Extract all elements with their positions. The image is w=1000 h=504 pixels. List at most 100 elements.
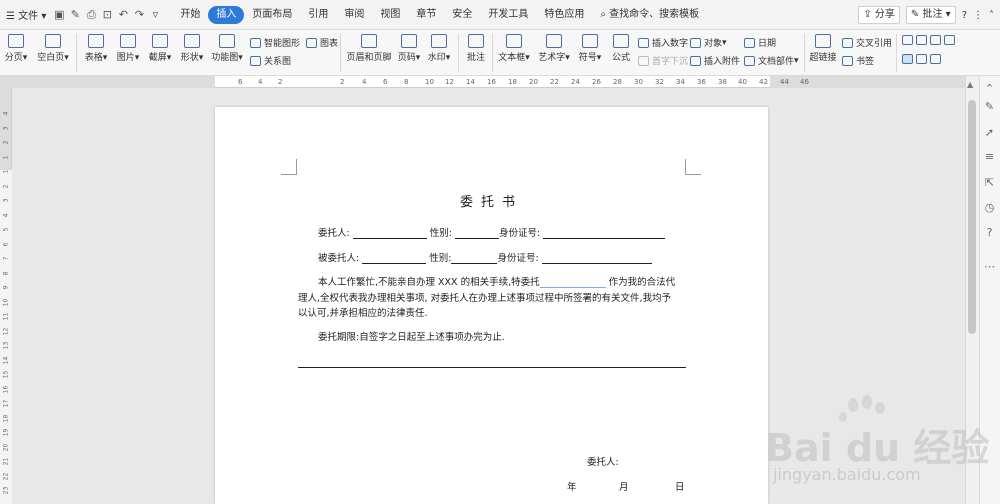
ruler-tick-label: 1 (2, 155, 10, 159)
wordart-button[interactable]: 艺术字▾ (536, 30, 572, 63)
blank-field[interactable] (352, 229, 427, 239)
view-mode-icon[interactable] (930, 35, 941, 45)
format-painter-icon[interactable]: ✎ (68, 8, 82, 21)
smart-shape-button[interactable]: 智能图形 (250, 36, 300, 49)
tab-developer[interactable]: 开发工具 (480, 6, 536, 24)
blank-field[interactable] (451, 254, 498, 264)
view-mode-icon[interactable] (916, 35, 927, 45)
view-mode-icon[interactable] (944, 35, 955, 45)
comment-button[interactable]: 批注 (464, 30, 488, 63)
ribbon-divider (76, 34, 77, 72)
page-view-icon[interactable] (902, 54, 913, 64)
print-icon[interactable]: ⎙ (84, 8, 98, 22)
ribbon-divider (896, 34, 897, 72)
document-page[interactable]: 委托书 委托人: 性别: 身份证号: 被委托人: 性别: 身份证号: 本人工作繁忙… (215, 107, 768, 504)
table-button[interactable]: 表格▾ (82, 30, 110, 63)
shape-button[interactable]: 形状▾ (178, 30, 206, 63)
ruler-tick-label: 16 (487, 78, 496, 86)
save-icon[interactable]: ▣ (52, 8, 66, 21)
picture-icon (120, 34, 136, 48)
scroll-up-icon[interactable]: ▲ (967, 80, 973, 89)
cross-reference-button[interactable]: 交叉引用 (842, 36, 892, 49)
tab-review[interactable]: 审阅 (336, 6, 372, 24)
screenshot-button[interactable]: 截屏▾ (146, 30, 174, 63)
ruler-tick-label: 20 (529, 78, 538, 86)
margin-corner-mark (685, 159, 701, 175)
adjust-icon[interactable]: ≡ (983, 150, 996, 163)
view-mode-icon[interactable] (902, 35, 913, 45)
watermark-logo-text: Bai du 经验 (765, 426, 990, 470)
select-cursor-icon[interactable]: ➚ (983, 126, 996, 139)
ruler-tick-label: 40 (738, 78, 747, 86)
ruler-tick-label: 6 (2, 242, 10, 246)
ruler-tick-label: 6 (238, 78, 243, 86)
date-button[interactable]: 日期 (744, 36, 776, 49)
ruler-tick-label: 19 (2, 428, 10, 437)
doc-parts-button[interactable]: 文档部件 ▾ (744, 54, 799, 67)
scrollbar-thumb[interactable] (968, 100, 976, 334)
page-break-button[interactable]: 分页▾ (4, 30, 28, 63)
blank-field[interactable] (455, 229, 499, 239)
undo-icon[interactable]: ↶ (116, 8, 130, 21)
export-icon[interactable]: ⇱ (983, 176, 996, 189)
collapse-pane-icon[interactable]: ⌃ (983, 82, 996, 95)
agent-line: 被委托人: 性别: 身份证号: (318, 250, 652, 264)
bookmark-button[interactable]: 书签 (842, 54, 874, 67)
blank-field[interactable] (362, 254, 427, 264)
more-dots-icon[interactable]: ⋯ (983, 260, 996, 273)
help-icon[interactable]: ? (962, 10, 967, 21)
ruler-tick-label: 12 (2, 327, 10, 335)
textbox-button[interactable]: 文本框▾ (496, 30, 532, 63)
symbol-button[interactable]: 符号▾ (576, 30, 604, 63)
margin-corner-mark (281, 159, 297, 175)
tab-references[interactable]: 引用 (300, 6, 336, 24)
customize-chevron-icon[interactable]: ▿ (148, 8, 162, 21)
command-search[interactable]: ⌕ 查找命令、搜索模板 (592, 6, 707, 24)
insert-attachment-button[interactable]: 插入附件 (690, 54, 740, 67)
hyperlink-button[interactable]: 超链接 (808, 30, 838, 63)
tab-chapter[interactable]: 章节 (408, 6, 444, 24)
chart-button[interactable]: 图表 (306, 36, 338, 49)
ruler-tick-label: 10 (2, 298, 10, 306)
more-icon[interactable]: ⋮ (973, 10, 983, 21)
insert-number-button[interactable]: 插入数字 (638, 36, 688, 49)
blank-field[interactable] (539, 278, 606, 288)
history-icon[interactable]: ◷ (983, 201, 996, 214)
share-button[interactable]: ⇪ 分享 (858, 6, 900, 24)
redo-icon[interactable]: ↷ (132, 8, 146, 21)
blank-field[interactable] (543, 229, 666, 239)
edit-icon[interactable]: ✎ (983, 100, 996, 113)
screenshot-icon (152, 34, 168, 48)
tab-view[interactable]: 视图 (372, 6, 408, 24)
insert-number-icon (638, 37, 649, 48)
tab-page-layout[interactable]: 页面布局 (244, 6, 300, 24)
object-button[interactable]: 对象 ▾ (690, 36, 727, 49)
blank-page-button[interactable]: 空白页▾ (36, 30, 70, 63)
tab-features[interactable]: 特色应用 (536, 6, 592, 24)
relation-chart-button[interactable]: 关系图 (250, 54, 291, 67)
tab-home[interactable]: 开始 (172, 6, 208, 24)
ruler-tick-label: 2 (278, 78, 283, 86)
print-preview-icon[interactable]: ⊡ (100, 8, 114, 21)
view-mode-icon[interactable] (916, 54, 927, 64)
tab-insert[interactable]: 插入 (208, 5, 245, 24)
ruler-tick-label: 38 (718, 78, 727, 86)
func-chart-button[interactable]: 功能图▾ (210, 30, 244, 63)
ruler-tick-label: 4 (362, 78, 367, 86)
drop-cap-button[interactable]: 首字下沉 (638, 54, 688, 67)
smart-shape-icon (250, 37, 261, 48)
func-chart-icon (219, 34, 235, 48)
comment-menu-button[interactable]: ✎ 批注 ▾ (905, 6, 956, 24)
formula-button[interactable]: 公式 (608, 30, 634, 63)
watermark-button[interactable]: 水印▾ (426, 30, 452, 63)
header-footer-button[interactable]: 页眉和页脚 (346, 30, 392, 63)
blank-field[interactable] (541, 254, 652, 264)
collapse-icon[interactable]: ˄ (989, 10, 994, 21)
view-mode-icon[interactable] (930, 54, 941, 64)
tab-security[interactable]: 安全 (444, 6, 480, 24)
period-line: 委托期限:自签字之日起至上述事项办完为止. (318, 332, 505, 343)
help-circle-icon[interactable]: ? (983, 226, 996, 239)
picture-button[interactable]: 图片▾ (114, 30, 142, 63)
page-number-button[interactable]: 页码▾ (396, 30, 422, 63)
file-menu[interactable]: ☰ 文件 ▾ (6, 7, 46, 22)
